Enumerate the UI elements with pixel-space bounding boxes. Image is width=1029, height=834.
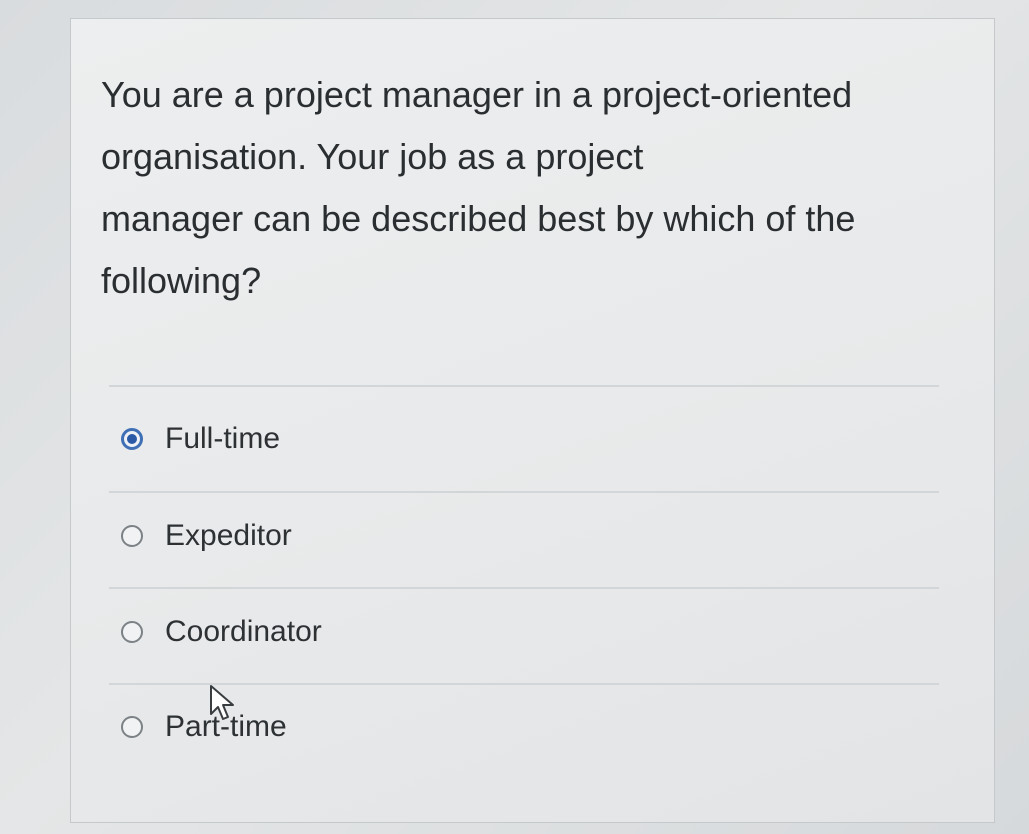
option-expeditor[interactable]: Expeditor [121, 506, 901, 566]
option-label: Full-time [165, 422, 281, 455]
radio-unselected-icon[interactable] [121, 525, 143, 547]
divider [109, 587, 939, 589]
radio-unselected-icon[interactable] [121, 621, 143, 643]
question-line: You are a project manager in a project-o… [101, 74, 853, 115]
divider [109, 491, 939, 493]
question-line: organisation. Your job as a project [101, 136, 644, 177]
question-line: following? [101, 260, 262, 301]
arrow-pointer-icon [210, 685, 234, 720]
question-text: You are a project manager in a project-o… [101, 64, 941, 312]
option-label: Coordinator [165, 615, 322, 648]
screen-background: You are a project manager in a project-o… [0, 0, 1029, 834]
option-coordinator[interactable]: Coordinator [121, 602, 901, 662]
radio-unselected-icon[interactable] [121, 716, 143, 738]
question-line: manager can be described best by which o… [101, 198, 856, 239]
divider [109, 385, 939, 387]
option-label: Expeditor [165, 519, 292, 552]
radio-selected-icon[interactable] [121, 428, 143, 450]
option-full-time[interactable]: Full-time [121, 409, 901, 469]
question-card: You are a project manager in a project-o… [70, 18, 995, 823]
